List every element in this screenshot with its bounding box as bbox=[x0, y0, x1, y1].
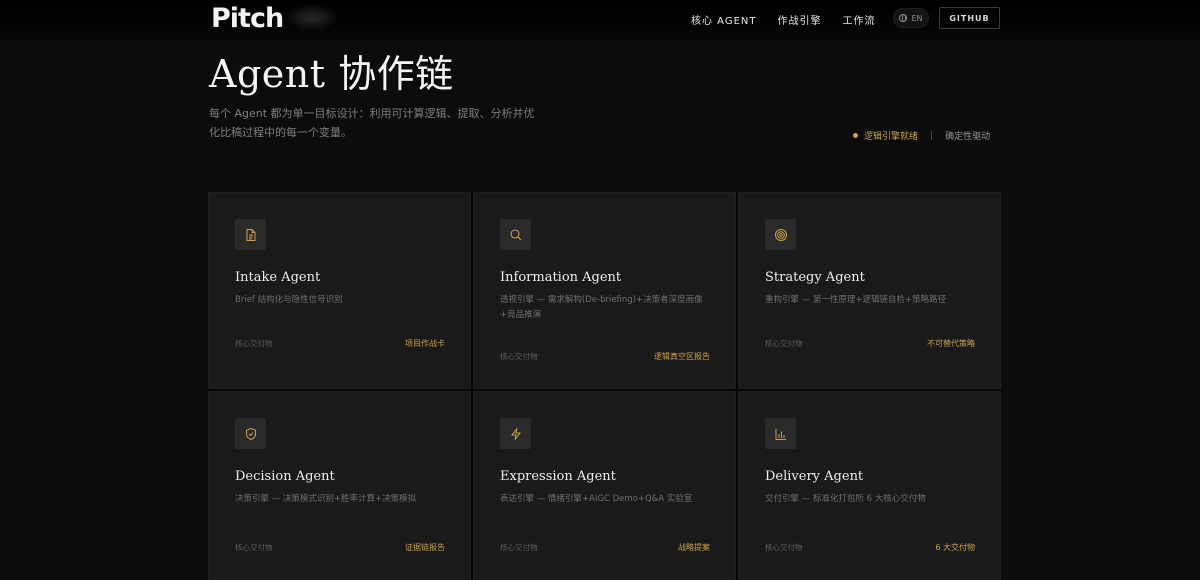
card-footer: 核心交付物 逻辑真空区报告 bbox=[500, 351, 710, 362]
card-footer: 核心交付物 战略提案 bbox=[500, 542, 710, 553]
deliverable-label: 核心交付物 bbox=[765, 543, 803, 552]
agent-card-decision[interactable]: Decision Agent 决策引擎 — 决策模式识别+胜率计算+决策模拟 核… bbox=[208, 391, 471, 580]
status-drive: 确定性驱动 bbox=[945, 132, 991, 142]
page: Pitch 核心 AGENT 作战引擎 工作流 EN GITHUB Agent … bbox=[0, 0, 1200, 580]
status-separator: | bbox=[930, 130, 934, 141]
deliverable-value: 逻辑真空区报告 bbox=[654, 352, 710, 361]
agent-grid: Intake Agent Brief 结构化与隐性信号识别 核心交付物 项目作战… bbox=[208, 192, 1001, 580]
github-button[interactable]: GITHUB bbox=[939, 7, 1000, 29]
card-footer: 核心交付物 证据链报告 bbox=[235, 542, 445, 553]
card-title: Strategy Agent bbox=[765, 270, 865, 285]
agent-card-expression[interactable]: Expression Agent 表达引擎 — 情绪引擎+AIGC Demo+Q… bbox=[473, 391, 736, 580]
agent-card-intake[interactable]: Intake Agent Brief 结构化与隐性信号识别 核心交付物 项目作战… bbox=[208, 192, 471, 389]
deliverable-label: 核心交付物 bbox=[500, 352, 538, 361]
card-footer: 核心交付物 6 大交付物 bbox=[765, 542, 975, 553]
card-footer: 核心交付物 不可替代策略 bbox=[765, 338, 975, 349]
deliverable-label: 核心交付物 bbox=[235, 543, 273, 552]
card-title: Information Agent bbox=[500, 270, 622, 285]
page-description: 每个 Agent 都为单一目标设计：利用可计算逻辑、提取、分析并优化比稿过程中的… bbox=[209, 107, 535, 139]
shield-check-icon bbox=[235, 418, 266, 449]
card-description: 决策引擎 — 决策模式识别+胜率计算+决策模拟 bbox=[235, 494, 417, 504]
language-toggle[interactable]: EN bbox=[893, 8, 929, 28]
engine-status: 逻辑引擎就绪 | 确定性驱动 bbox=[853, 129, 990, 142]
deliverable-label: 核心交付物 bbox=[235, 339, 273, 348]
card-title: Delivery Agent bbox=[765, 469, 864, 484]
deliverable-value: 项目作战卡 bbox=[405, 339, 445, 348]
status-ready: 逻辑引擎就绪 bbox=[864, 132, 919, 142]
bar-chart-icon bbox=[765, 418, 796, 449]
agent-card-delivery[interactable]: Delivery Agent 交付引擎 — 标准化打包所 6 大核心交付物 核心… bbox=[738, 391, 1001, 580]
status-dot-icon bbox=[853, 133, 858, 138]
deliverable-value: 6 大交付物 bbox=[935, 543, 975, 552]
deliverable-value: 不可替代策略 bbox=[927, 339, 975, 348]
lightning-icon bbox=[500, 418, 531, 449]
agent-card-information[interactable]: Information Agent 透视引擎 — 需求解构(De-briefin… bbox=[473, 192, 736, 389]
nav-link-core-agent[interactable]: 核心 AGENT bbox=[691, 12, 757, 27]
language-label: EN bbox=[911, 13, 923, 23]
deliverable-label: 核心交付物 bbox=[765, 339, 803, 348]
deliverable-value: 证据链报告 bbox=[405, 543, 445, 552]
card-footer: 核心交付物 项目作战卡 bbox=[235, 338, 445, 349]
deliverable-value: 战略提案 bbox=[678, 543, 710, 552]
deliverable-label: 核心交付物 bbox=[500, 543, 538, 552]
card-description: 交付引擎 — 标准化打包所 6 大核心交付物 bbox=[765, 494, 926, 504]
card-title: Expression Agent bbox=[500, 469, 616, 484]
document-icon bbox=[235, 219, 266, 250]
card-title: Intake Agent bbox=[235, 270, 321, 285]
card-description: 透视引擎 — 需求解构(De-briefing)+决策者深度画像+竞品推演 bbox=[500, 295, 703, 320]
target-icon bbox=[765, 219, 796, 250]
globe-icon bbox=[899, 14, 908, 22]
nav-link-workflow[interactable]: 工作流 bbox=[843, 12, 876, 27]
card-description: Brief 结构化与隐性信号识别 bbox=[235, 295, 343, 305]
nav-link-engine[interactable]: 作战引擎 bbox=[778, 12, 822, 27]
nav-links: 核心 AGENT 作战引擎 工作流 bbox=[691, 12, 876, 27]
card-title: Decision Agent bbox=[235, 469, 335, 484]
agent-card-strategy[interactable]: Strategy Agent 重构引擎 — 第一性原理+逻辑链自检+策略路径 核… bbox=[738, 192, 1001, 389]
card-description: 重构引擎 — 第一性原理+逻辑链自检+策略路径 bbox=[765, 295, 947, 305]
logo[interactable]: Pitch bbox=[211, 3, 284, 34]
search-icon bbox=[500, 219, 531, 250]
card-description: 表达引擎 — 情绪引擎+AIGC Demo+Q&A 实验室 bbox=[500, 494, 693, 504]
top-nav: Pitch 核心 AGENT 作战引擎 工作流 EN GITHUB bbox=[0, 0, 1200, 40]
page-title: Agent 协作链 bbox=[209, 52, 454, 96]
logo-decoration bbox=[285, 4, 339, 30]
